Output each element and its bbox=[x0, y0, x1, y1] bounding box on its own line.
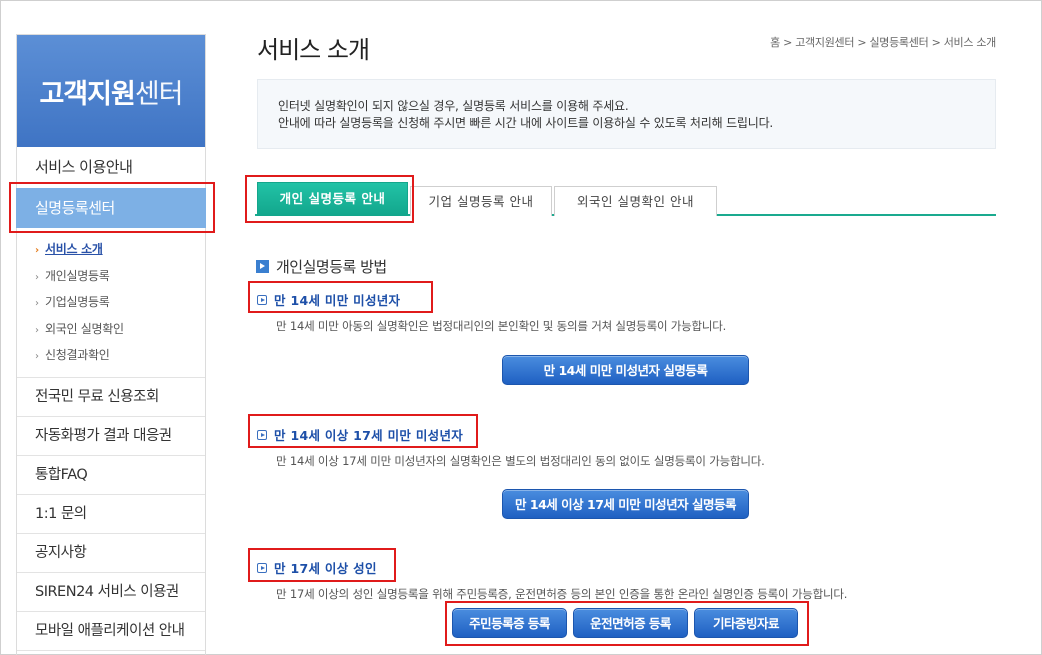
sidebar-subitem-result[interactable]: › 신청결과확인 bbox=[17, 342, 205, 369]
register-under14-button[interactable]: 만 14세 미만 미성년자 실명등록 bbox=[502, 355, 749, 385]
sidebar-item-auto-eval[interactable]: 자동화평가 결과 대응권 bbox=[17, 417, 205, 456]
sidebar-item-mobile-app[interactable]: 모바일 애플리케이션 안내 bbox=[17, 612, 205, 651]
notice-line: 안내에 따라 실명등록을 신청해 주시면 빠른 시간 내에 사이트를 이용하실 … bbox=[278, 116, 774, 130]
group-description: 만 14세 미만 아동의 실명확인은 법정대리인의 본인확인 및 동의를 거쳐 … bbox=[276, 319, 727, 333]
group-description: 만 14세 이상 17세 미만 미성년자의 실명확인은 별도의 법정대리인 동의… bbox=[276, 454, 765, 468]
group-description: 만 17세 이상의 성인 실명등록을 위해 주민등록증, 운전면허증 등의 본인… bbox=[276, 587, 848, 601]
sidebar-subitem-personal[interactable]: › 개인실명등록 bbox=[17, 263, 205, 290]
subitem-label: 신청결과확인 bbox=[45, 348, 110, 362]
sidebar-subitem-service-intro[interactable]: › 서비스 소개 bbox=[17, 236, 205, 263]
tab-corporate[interactable]: 기업 실명등록 안내 bbox=[410, 186, 552, 216]
subitem-label: 기업실명등록 bbox=[45, 295, 110, 309]
highlight-box-sidebar bbox=[9, 182, 215, 233]
arrow-right-icon: › bbox=[35, 271, 39, 283]
sidebar-item-faq[interactable]: 통합FAQ bbox=[17, 456, 205, 495]
arrow-right-icon: › bbox=[35, 351, 39, 362]
arrow-right-icon: › bbox=[35, 298, 39, 309]
section-title-text: 개인실명등록 방법 bbox=[276, 258, 387, 276]
highlight-box-buttons bbox=[445, 601, 809, 646]
sidebar-item-inquiry[interactable]: 1:1 문의 bbox=[17, 495, 205, 534]
notice-box: 인터넷 실명확인이 되지 않으실 경우, 실명등록 서비스를 이용해 주세요. … bbox=[257, 79, 996, 149]
banner-title-bold: 고객지원 bbox=[39, 78, 135, 110]
customer-center-banner: 고객지원 센터 bbox=[17, 35, 205, 147]
section-title: 개인실명등록 방법 bbox=[256, 256, 387, 277]
arrow-right-icon: › bbox=[35, 245, 39, 256]
tab-foreigner[interactable]: 외국인 실명확인 안내 bbox=[554, 186, 717, 216]
highlight-box-adult bbox=[248, 548, 396, 582]
sidebar-item-free-credit[interactable]: 전국민 무료 신용조회 bbox=[17, 378, 205, 417]
sidebar-submenu: › 서비스 소개 › 개인실명등록 › 기업실명등록 › 외국인 실명확인 › 신청결과확… bbox=[17, 228, 205, 378]
highlight-box-under14 bbox=[248, 281, 433, 313]
subitem-label: 외국인 실명확인 bbox=[45, 321, 124, 336]
subitem-label: 개인실명등록 bbox=[45, 268, 110, 283]
highlight-box-14to17 bbox=[248, 414, 478, 448]
highlight-box-tab bbox=[245, 175, 414, 223]
subitem-label: 서비스 소개 bbox=[45, 242, 103, 256]
banner-title-light: 센터 bbox=[134, 78, 184, 110]
arrow-right-icon: › bbox=[35, 324, 39, 336]
sidebar-item-siren24[interactable]: SIREN24 서비스 이용권 bbox=[17, 573, 205, 612]
sidebar: 고객지원 센터 서비스 이용안내 실명등록센터 › 서비스 소개 › 개인실명등록 ›… bbox=[16, 34, 206, 655]
page-title: 서비스 소개 bbox=[257, 36, 370, 64]
register-14to17-button[interactable]: 만 14세 이상 17세 미만 미성년자 실명등록 bbox=[502, 489, 749, 519]
sidebar-item-notice[interactable]: 공지사항 bbox=[17, 534, 205, 573]
sidebar-subitem-corporate[interactable]: › 기업실명등록 bbox=[17, 289, 205, 316]
sidebar-subitem-foreigner[interactable]: › 외국인 실명확인 bbox=[17, 316, 205, 343]
breadcrumb: 홈 > 고객지원센터 > 실명등록센터 > 서비스 소개 bbox=[770, 36, 996, 49]
arrow-square-icon bbox=[256, 260, 269, 273]
notice-line: 인터넷 실명확인이 되지 않으실 경우, 실명등록 서비스를 이용해 주세요. bbox=[278, 99, 629, 113]
